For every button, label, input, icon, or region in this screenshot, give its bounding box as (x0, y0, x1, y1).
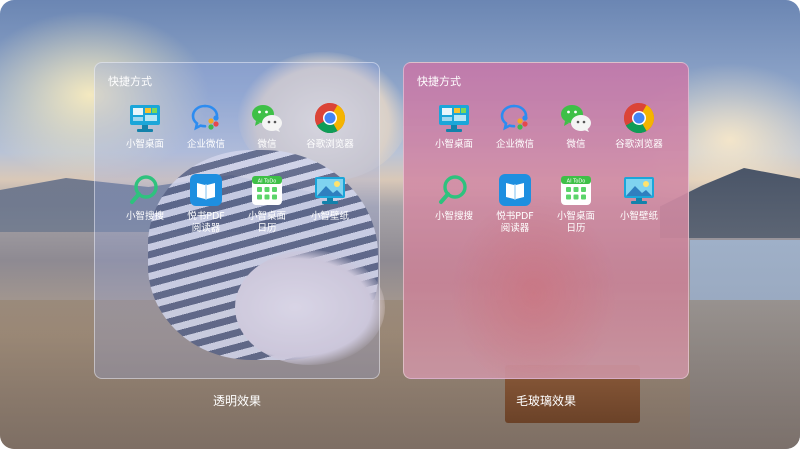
shortcut-panel-transparent: 快捷方式 小智桌面 企业微信 微信 谷歌浏览器小智搜搜 悦书PDF 阅读器 AI ToDo… (94, 62, 380, 379)
caption-transparent: 透明效果 (212, 394, 261, 408)
shortcut-wecom[interactable]: 企业微信 (174, 101, 238, 151)
svg-text:AI ToDo: AI ToDo (567, 179, 586, 185)
shortcut-wallpaper[interactable]: 小智壁纸 (298, 173, 362, 223)
shortcut-calendar[interactable]: AI ToDo 小智桌面 日历 (544, 173, 608, 235)
shortcut-search-magnifier[interactable]: 小智搜搜 (422, 173, 486, 223)
shortcut-label: 谷歌浏览器 (615, 139, 663, 150)
wallpaper-icon (622, 173, 656, 207)
shortcut-label: 悦书PDF 阅读器 (187, 211, 225, 234)
shortcut-desktop-monitor[interactable]: 小智桌面 (113, 101, 177, 151)
panel-title: 快捷方式 (417, 75, 461, 88)
book-reader-icon (189, 173, 223, 207)
shortcut-label: 小智桌面 日历 (556, 211, 595, 234)
chrome-icon (313, 101, 347, 135)
shortcut-label: 小智壁纸 (619, 211, 658, 222)
search-magnifier-icon (128, 173, 162, 207)
shortcut-wecom[interactable]: 企业微信 (483, 101, 547, 151)
wallpaper-background: 快捷方式 小智桌面 企业微信 微信 谷歌浏览器小智搜搜 悦书PDF 阅读器 AI ToDo… (0, 0, 800, 449)
calendar-icon: AI ToDo (559, 173, 593, 207)
shortcut-wechat[interactable]: 微信 (235, 101, 299, 151)
shortcut-label: 小智桌面 日历 (247, 211, 286, 234)
shortcut-wallpaper[interactable]: 小智壁纸 (607, 173, 671, 223)
desktop-monitor-icon (128, 101, 162, 135)
shortcut-search-magnifier[interactable]: 小智搜搜 (113, 173, 177, 223)
wechat-icon (559, 101, 593, 135)
shortcut-label: 微信 (566, 139, 586, 150)
book-reader-icon (498, 173, 532, 207)
desktop-monitor-icon (437, 101, 471, 135)
shortcut-label: 谷歌浏览器 (306, 139, 354, 150)
shortcut-label: 小智桌面 (125, 139, 164, 150)
shortcut-panel-frosted: 快捷方式 小智桌面 企业微信 微信 谷歌浏览器小智搜搜 悦书PDF 阅读器 AI ToDo… (403, 62, 689, 379)
shortcut-label: 企业微信 (495, 139, 534, 150)
shortcut-label: 小智壁纸 (310, 211, 349, 222)
wecom-icon (498, 101, 532, 135)
wechat-icon (250, 101, 284, 135)
shortcut-label: 企业微信 (186, 139, 225, 150)
shortcut-label: 小智搜搜 (125, 211, 164, 222)
shortcut-desktop-monitor[interactable]: 小智桌面 (422, 101, 486, 151)
shortcut-label: 悦书PDF 阅读器 (496, 211, 534, 234)
shortcut-calendar[interactable]: AI ToDo 小智桌面 日历 (235, 173, 299, 235)
shortcut-label: 小智桌面 (434, 139, 473, 150)
calendar-icon: AI ToDo (250, 173, 284, 207)
wecom-icon (189, 101, 223, 135)
shortcut-book-reader[interactable]: 悦书PDF 阅读器 (174, 173, 238, 235)
search-magnifier-icon (437, 173, 471, 207)
shortcut-label: 微信 (257, 139, 277, 150)
shortcut-book-reader[interactable]: 悦书PDF 阅读器 (483, 173, 547, 235)
chrome-icon (622, 101, 656, 135)
svg-text:AI ToDo: AI ToDo (258, 179, 277, 185)
shortcut-label: 小智搜搜 (434, 211, 473, 222)
shortcut-chrome[interactable]: 谷歌浏览器 (298, 101, 362, 151)
caption-frosted: 毛玻璃效果 (515, 394, 576, 408)
panel-title: 快捷方式 (108, 75, 152, 88)
shortcut-wechat[interactable]: 微信 (544, 101, 608, 151)
wallpaper-icon (313, 173, 347, 207)
shortcut-chrome[interactable]: 谷歌浏览器 (607, 101, 671, 151)
